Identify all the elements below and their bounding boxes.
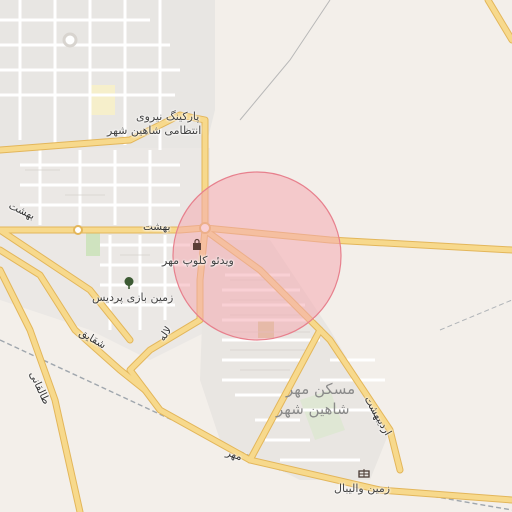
playground-label: زمین بازی پردیس (92, 291, 174, 304)
shopping-bag-icon[interactable] (190, 238, 204, 252)
tree-icon[interactable] (122, 276, 136, 290)
volleyball-court-label: زمین والیبال (334, 482, 391, 495)
map-view[interactable]: پارکینگ نیروی انتظامی شاهین شهر بهشت بهش… (0, 0, 512, 512)
area-maskan-label-line2: شاهین شهر (276, 400, 350, 418)
volleyball-court-icon[interactable] (357, 466, 371, 480)
parking-label: پارکینگ نیروی (136, 110, 200, 123)
street-behesht-label: بهشت (143, 221, 171, 233)
map-base (0, 0, 512, 512)
video-club-label: ویدئو کلوپ مهر (162, 254, 234, 267)
area-maskan-label: مسکن مهر (286, 380, 356, 398)
parking-label-line2: انتظامی شاهین شهر (107, 124, 202, 137)
